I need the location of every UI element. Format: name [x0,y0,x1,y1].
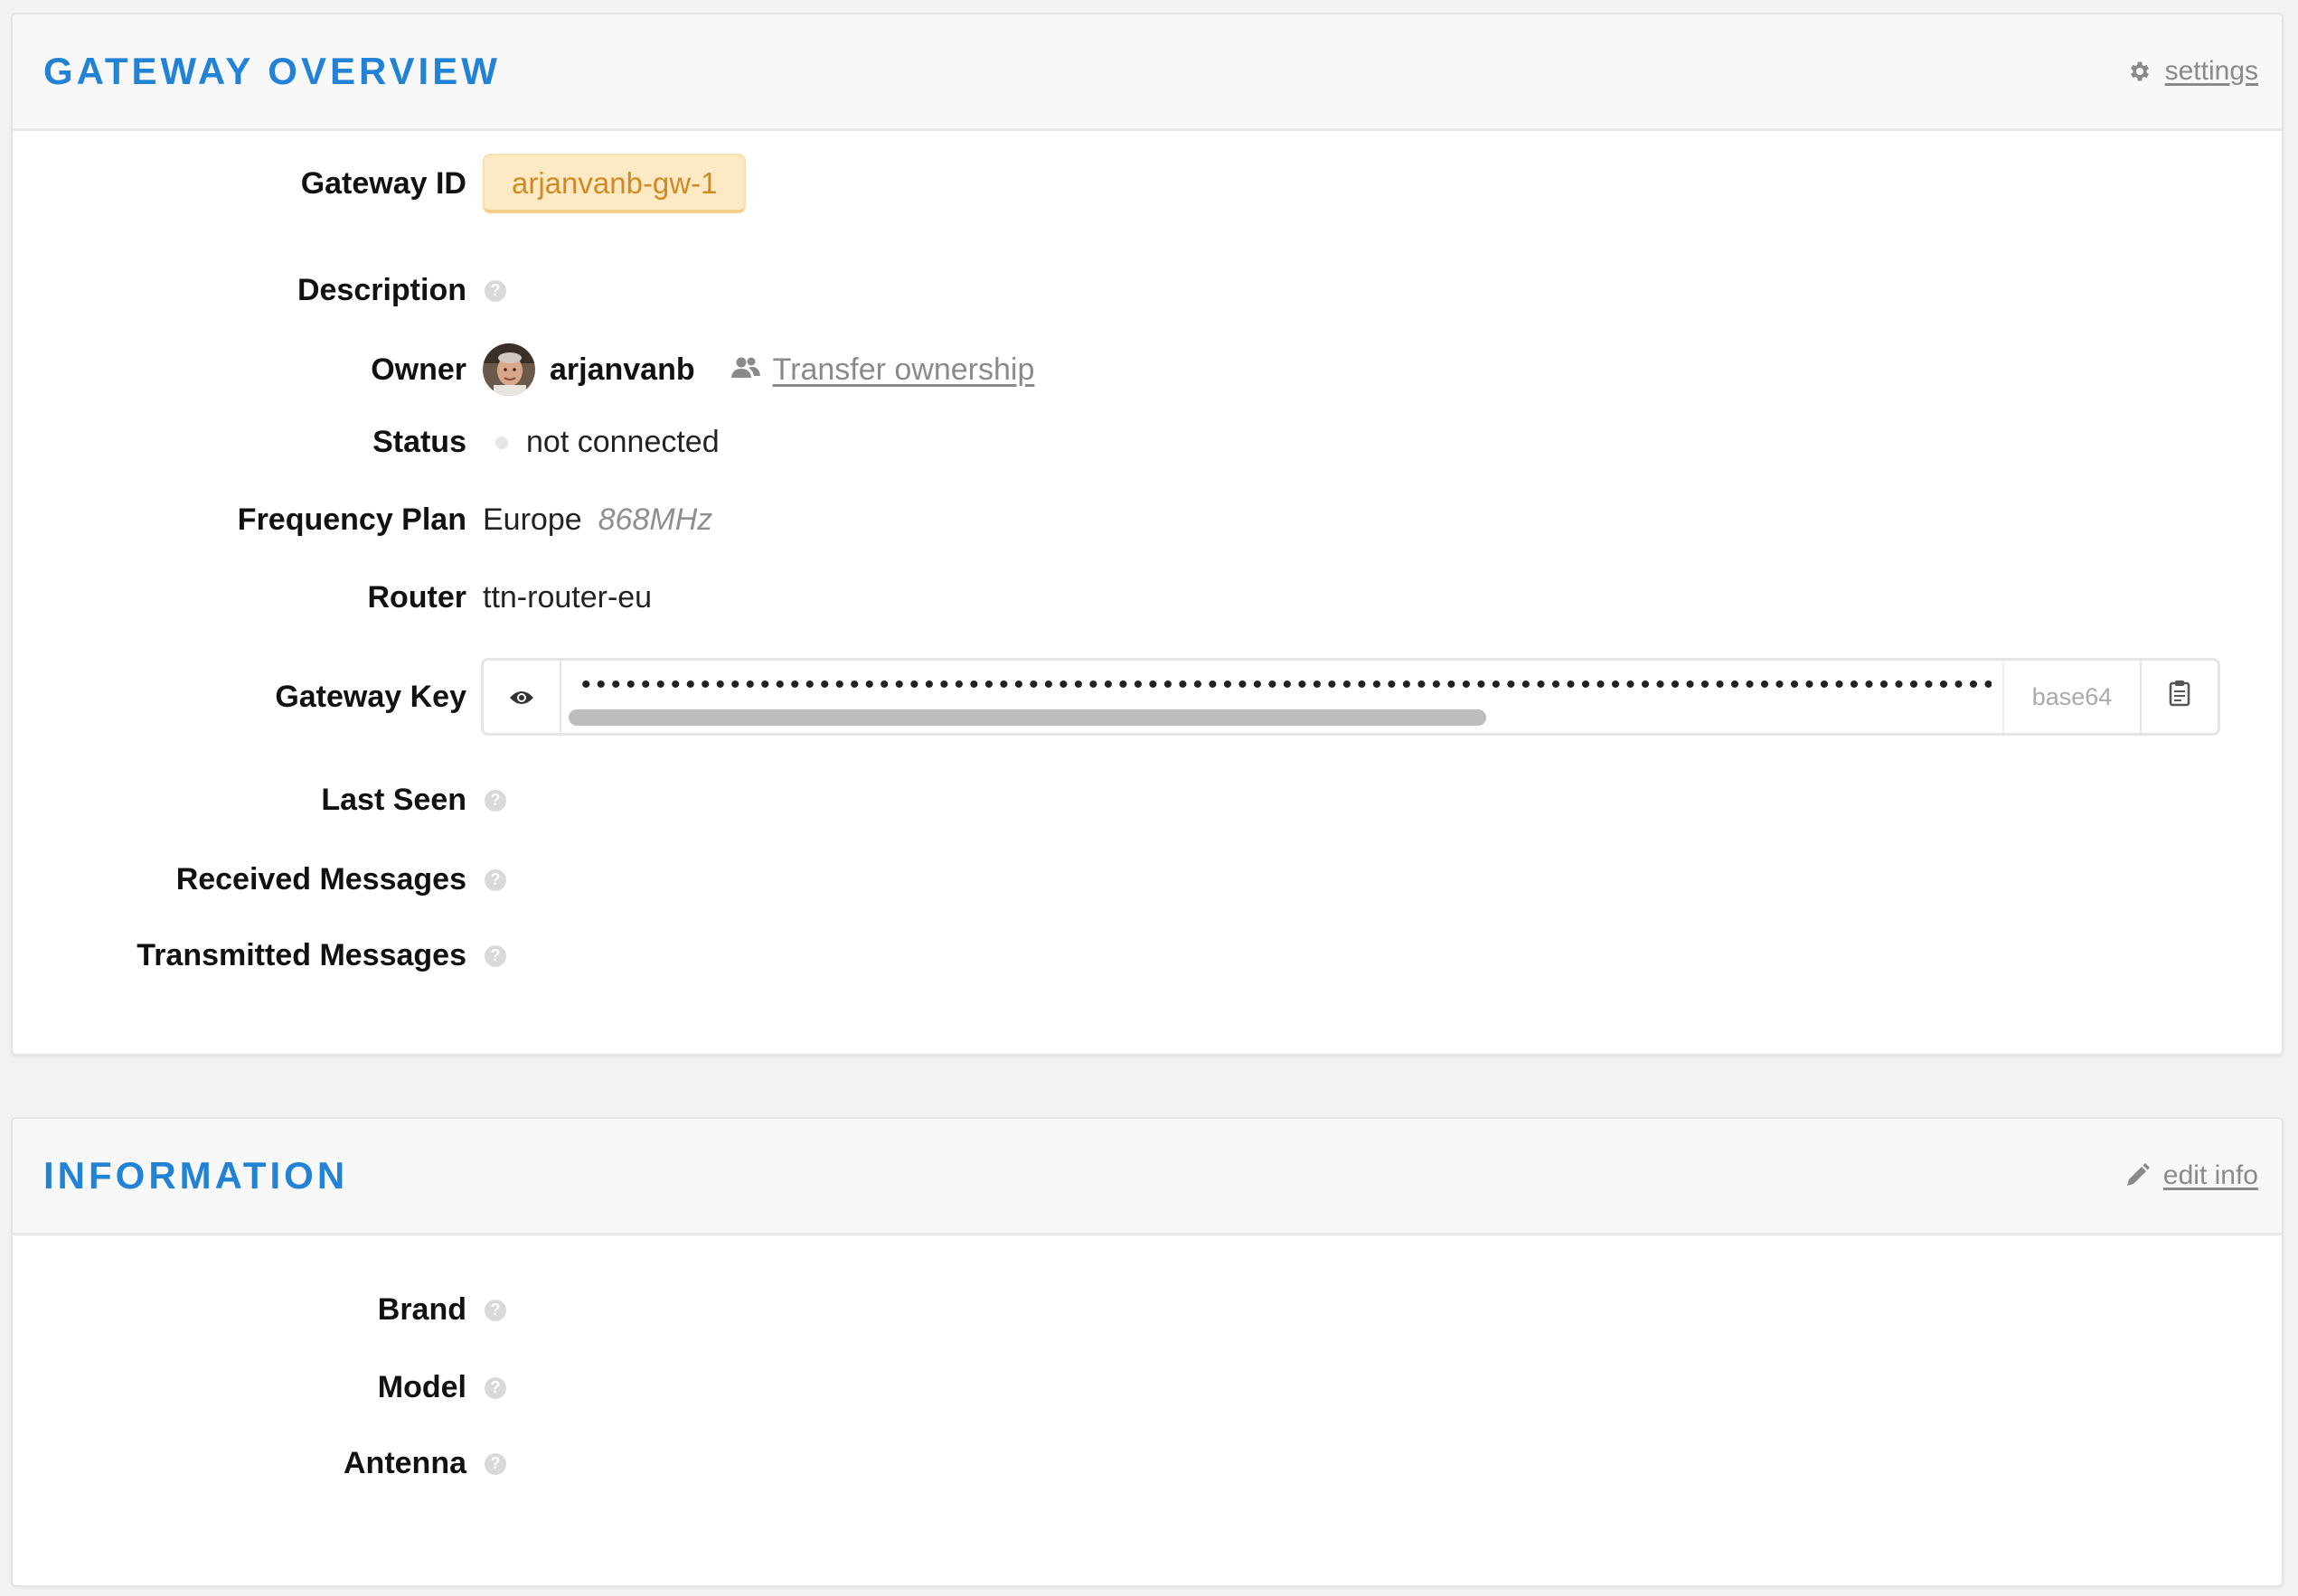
edit-info-link[interactable]: edit info [2124,1119,2258,1233]
last-seen-help-icon[interactable]: ? [485,789,506,812]
field-model: Model ? [13,1370,2282,1405]
gateway-key-box: ••••••••••••••••••••••••••••••••••••••••… [481,658,2220,736]
frequency-plan-region: Europe [483,502,582,537]
status-value: not connected [526,425,720,459]
gateway-id-label: Gateway ID [300,165,466,201]
brand-help-icon[interactable]: ? [485,1299,506,1321]
settings-link[interactable]: settings [2127,14,2258,128]
gateway-overview-header: GATEWAY OVERVIEW settings [13,14,2282,131]
gateway-key-field[interactable]: ••••••••••••••••••••••••••••••••••••••••… [561,661,2002,733]
received-messages-label: Received Messages [175,862,466,897]
settings-label: settings [2164,56,2258,86]
field-received-messages: Received Messages ? [13,862,2282,897]
owner-avatar[interactable] [483,343,535,396]
field-last-seen: Last Seen ? [13,783,2282,818]
users-icon [730,352,760,388]
gear-icon [2127,59,2152,84]
field-brand: Brand ? [13,1292,2282,1328]
transmitted-messages-label: Transmitted Messages [137,938,466,972]
transmitted-messages-help-icon[interactable]: ? [485,944,506,967]
description-label: Description [297,273,466,307]
status-dot [495,436,508,449]
reveal-key-button[interactable] [484,661,561,733]
model-label: Model [377,1370,466,1404]
copy-key-button[interactable] [2140,661,2218,733]
key-format-toggle[interactable]: base64 [2002,661,2140,733]
information-title: INFORMATION [43,1154,349,1197]
field-gateway-key: Gateway Key ••••••••••••••••••••••••••••… [13,658,2282,736]
antenna-label: Antenna [344,1446,466,1480]
transfer-ownership-label: Transfer ownership [772,352,1035,387]
model-help-icon[interactable]: ? [485,1376,506,1399]
router-value: ttn-router-eu [483,580,653,615]
information-header: INFORMATION edit info [13,1119,2282,1235]
gateway-key-label: Gateway Key [275,679,466,714]
description-help-icon[interactable]: ? [485,279,506,302]
received-messages-help-icon[interactable]: ? [485,868,506,891]
edit-info-label: edit info [2162,1160,2258,1190]
pencil-icon [2124,1162,2151,1189]
gateway-key-scrollbar[interactable] [569,709,2002,726]
field-owner: Owner arjanvanb Transfer ownership [13,343,2282,396]
field-gateway-id: Gateway ID arjanvanb-gw-1 [13,154,2282,213]
brand-label: Brand [377,1292,466,1327]
clipboard-icon [2169,680,2190,715]
transfer-ownership-link[interactable]: Transfer ownership [730,352,1035,388]
gateway-overview-panel: GATEWAY OVERVIEW settings Gateway ID arj… [11,13,2284,1056]
field-router: Router ttn-router-eu [13,580,2282,615]
field-antenna: Antenna ? [13,1446,2282,1481]
eye-icon [509,680,534,715]
field-status: Status not connected [13,425,2282,460]
owner-name[interactable]: arjanvanb [550,352,695,388]
status-label: Status [372,425,466,459]
gateway-overview-title: GATEWAY OVERVIEW [43,50,501,92]
field-description: Description ? [13,273,2282,308]
frequency-plan-label: Frequency Plan [237,502,466,537]
last-seen-label: Last Seen [321,783,466,817]
gateway-key-masked: ••••••••••••••••••••••••••••••••••••••••… [581,671,1992,699]
field-frequency-plan: Frequency Plan Europe 868MHz [13,502,2282,538]
gateway-id-badge: arjanvanb-gw-1 [483,154,747,213]
router-label: Router [367,580,466,615]
owner-label: Owner [371,352,466,387]
antenna-help-icon[interactable]: ? [485,1452,506,1475]
information-panel: INFORMATION edit info Brand ? Model ? An… [11,1117,2284,1587]
field-transmitted-messages: Transmitted Messages ? [13,938,2282,973]
gateway-key-scroll-thumb[interactable] [569,709,1487,726]
frequency-plan-band: 868MHz [598,502,713,537]
